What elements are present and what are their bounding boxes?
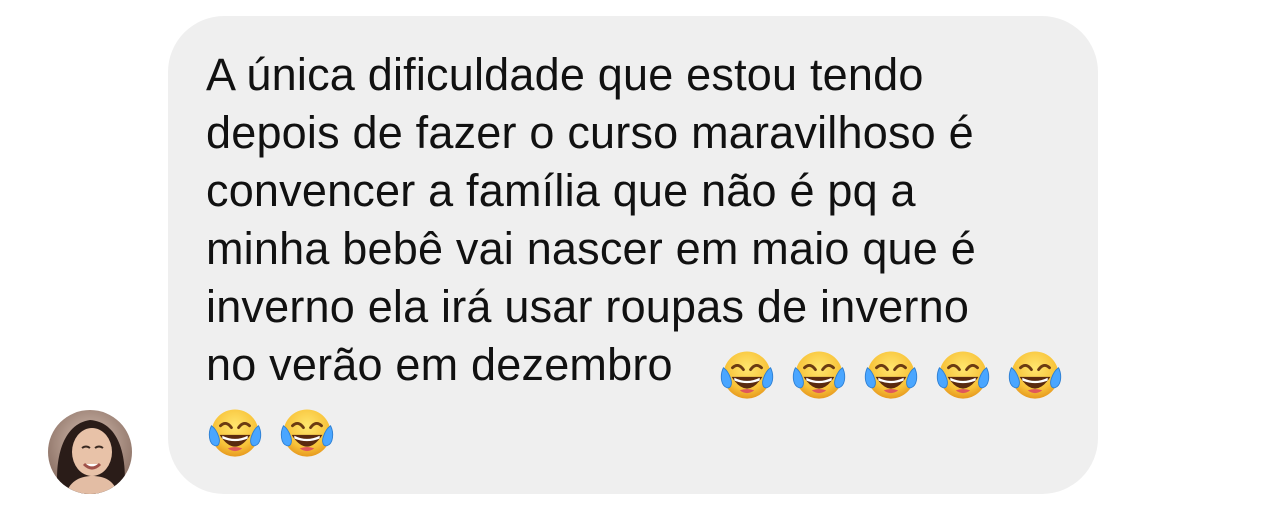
face-with-tears-of-joy-icon — [278, 404, 336, 462]
face-with-tears-of-joy-icon — [206, 404, 264, 462]
sender-avatar[interactable] — [48, 410, 132, 494]
face-with-tears-of-joy-icon — [1006, 346, 1064, 404]
emoji-row-1 — [718, 346, 1064, 404]
face-with-tears-of-joy-icon — [718, 346, 776, 404]
message-thread: A única dificuldade que estou tendo depo… — [0, 0, 1284, 518]
face-with-tears-of-joy-icon — [862, 346, 920, 404]
face-with-tears-of-joy-icon — [790, 346, 848, 404]
emoji-row-2 — [206, 404, 336, 462]
avatar-photo — [48, 410, 132, 494]
message-text: A única dificuldade que estou tendo depo… — [206, 49, 976, 390]
face-with-tears-of-joy-icon — [934, 346, 992, 404]
